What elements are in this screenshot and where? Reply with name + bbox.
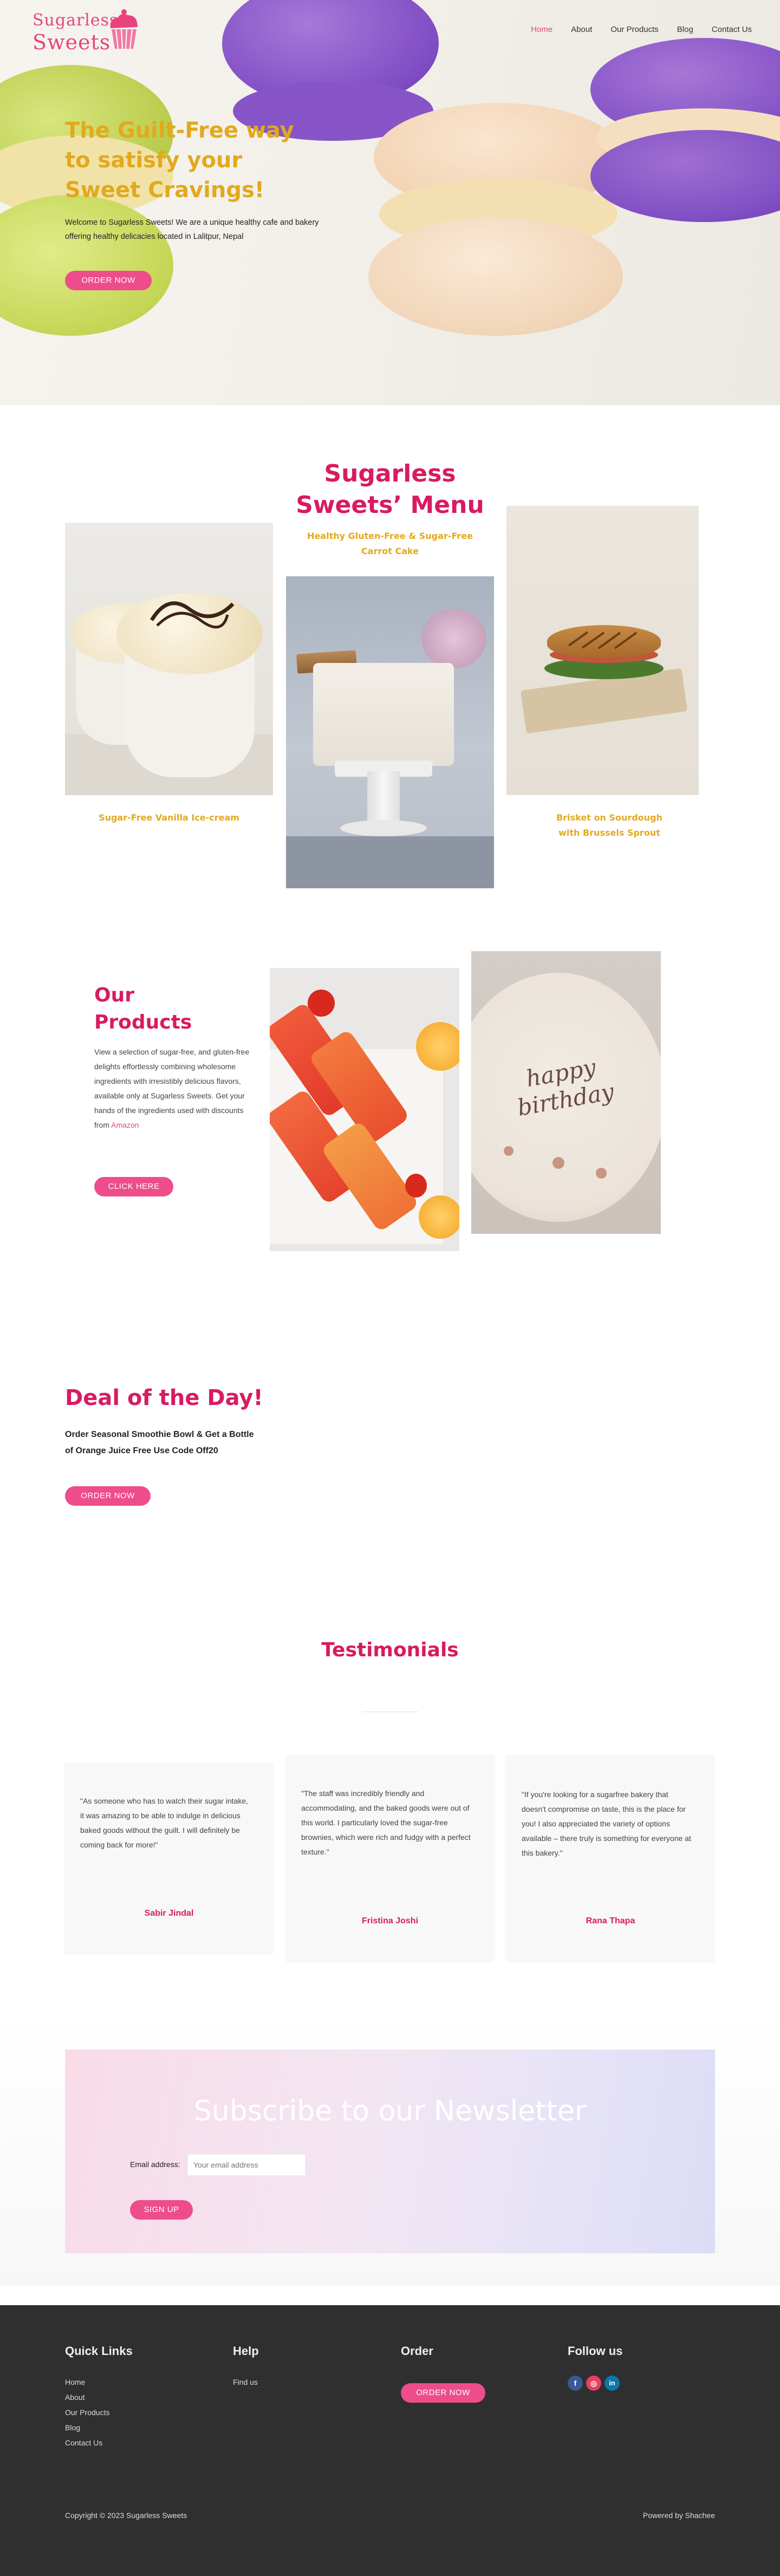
deal-text: Order Seasonal Smoothie Bowl & Get a Bot… [65, 1430, 254, 1455]
instagram-icon[interactable]: ◎ [586, 2376, 601, 2391]
deal-order-now-button[interactable]: ORDER NOW [65, 1486, 151, 1506]
nav-home[interactable]: Home [531, 25, 552, 34]
hero-text: Welcome to Sugarless Sweets! We are a un… [65, 218, 319, 241]
menu-title: Sugarless Sweets’ Menu [296, 460, 484, 519]
sign-up-button[interactable]: SIGN UP [130, 2200, 193, 2220]
footer-link-contact-us[interactable]: Contact Us [65, 2435, 109, 2450]
testimonial-card: "The staff was incredibly friendly and a… [286, 1755, 494, 1961]
logo-text-bottom: Sweets [32, 30, 111, 54]
nav-blog[interactable]: Blog [677, 25, 693, 34]
sandwich-image [506, 506, 699, 795]
footer-link-home[interactable]: Home [65, 2375, 109, 2390]
nav-about[interactable]: About [571, 25, 592, 34]
hero-order-now-button[interactable]: ORDER NOW [65, 271, 152, 290]
footer-link-find-us[interactable]: Find us [233, 2375, 258, 2390]
footer-order-now-button[interactable]: ORDER NOW [401, 2383, 485, 2403]
testimonial-name: Fristina Joshi [361, 1916, 419, 1926]
main-nav: Home About Our Products Blog Contact Us [531, 25, 752, 34]
testimonial-card: "As someone who has to watch their sugar… [65, 1762, 273, 1953]
footer-link-our-products[interactable]: Our Products [65, 2405, 109, 2420]
nav-our-products[interactable]: Our Products [610, 25, 658, 34]
footer-help-links: Find us [233, 2375, 258, 2390]
social-icons: f ◎ in [568, 2376, 620, 2391]
deal-title: Deal of the Day! [65, 1385, 263, 1410]
footer-link-blog[interactable]: Blog [65, 2420, 109, 2435]
peach-macaron-bottom [368, 217, 623, 336]
testimonial-card: "If you're looking for a sugarfree baker… [506, 1755, 714, 1961]
menu-caption-carrot-cake: Healthy Gluten-Free & Sugar-Free Carrot … [307, 531, 473, 556]
cupcake-icon [110, 9, 138, 49]
hero-title: The Guilt-Free way to satisfy your Sweet… [65, 118, 294, 203]
menu-caption-sandwich: Brisket on Sourdough with Brussels Sprou… [556, 812, 662, 838]
testimonial-quote: "The staff was incredibly friendly and a… [301, 1789, 471, 1856]
copyright-text: Copyright © 2023 Sugarless Sweets [65, 2511, 187, 2520]
footer-quick-links-title: Quick Links [65, 2344, 133, 2358]
testimonial-quote: "As someone who has to watch their sugar… [80, 1797, 249, 1849]
birthday-cake-image: happy birthday [471, 951, 661, 1234]
testimonial-quote: "If you're looking for a sugarfree baker… [522, 1790, 691, 1857]
nav-contact-us[interactable]: Contact Us [712, 25, 752, 34]
ice-cream-image [65, 523, 273, 795]
footer-help-title: Help [233, 2344, 259, 2358]
footer-link-about[interactable]: About [65, 2390, 109, 2405]
footer-follow-title: Follow us [568, 2344, 623, 2358]
footer: Quick Links Home About Our Products Blog… [0, 2305, 780, 2576]
newsletter-section: Subscribe to our Newsletter Email addres… [65, 2050, 715, 2253]
footer-order-title: Order [401, 2344, 433, 2358]
email-label: Email address: [130, 2160, 180, 2169]
products-description: View a selection of sugar-free, and glut… [94, 1048, 250, 1129]
products-text: View a selection of sugar-free, and glut… [94, 1045, 259, 1133]
products-title: Our Products [94, 984, 192, 1033]
footer-quick-links: Home About Our Products Blog Contact Us [65, 2375, 109, 2450]
facebook-icon[interactable]: f [568, 2376, 583, 2391]
popsicles-image [270, 968, 459, 1251]
carrot-cake-image [286, 576, 494, 888]
hero-section: Sugarless Sweets Home About Our Products… [0, 0, 780, 405]
amazon-link[interactable]: Amazon [111, 1121, 139, 1129]
testimonials-title: Testimonials [321, 1639, 459, 1661]
testimonial-name: Rana Thapa [586, 1916, 635, 1926]
newsletter-title: Subscribe to our Newsletter [193, 2095, 587, 2128]
email-input[interactable] [187, 2154, 306, 2176]
logo[interactable]: Sugarless Sweets [32, 6, 141, 54]
products-click-here-button[interactable]: CLICK HERE [94, 1177, 173, 1196]
powered-by-text: Powered by Shachee [642, 2511, 715, 2520]
testimonial-name: Sabir Jindal [144, 1909, 194, 1918]
menu-caption-ice-cream: Sugar-Free Vanilla Ice-cream [99, 812, 239, 823]
linkedin-icon[interactable]: in [604, 2376, 620, 2391]
logo-text-top: Sugarless [32, 11, 119, 30]
